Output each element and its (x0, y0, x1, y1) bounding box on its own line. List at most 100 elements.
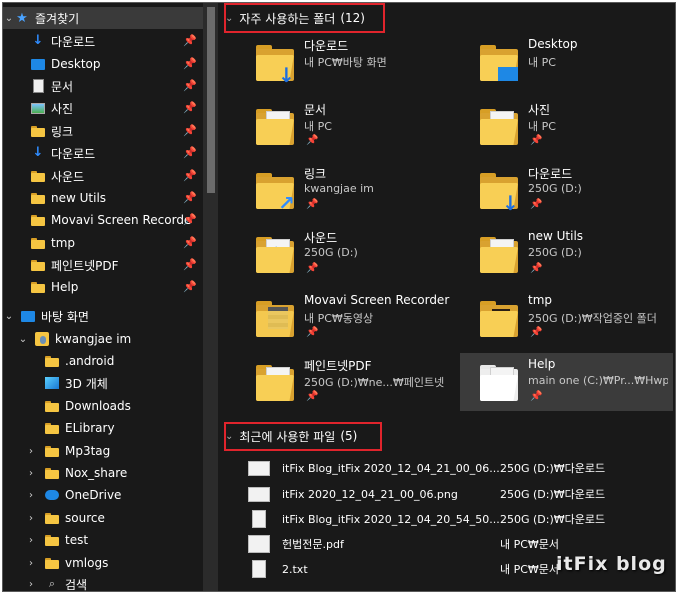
pin-icon[interactable]: 📌 (183, 57, 197, 70)
pin-icon[interactable]: 📌 (530, 199, 542, 210)
expand-chevron-icon[interactable]: › (25, 446, 37, 457)
nav-pinned-item[interactable]: new Utils 📌 (3, 187, 203, 209)
pin-icon[interactable]: 📌 (530, 135, 542, 146)
pin-icon[interactable]: 📌 (183, 101, 197, 114)
folder-icon: ↓ (254, 41, 296, 87)
nav-label: Help (51, 280, 79, 294)
expand-chevron-icon[interactable]: ⌄ (17, 334, 29, 345)
folder-location: 내 PC₩바탕 화면 (304, 56, 387, 69)
nav-scrollbar[interactable] (203, 3, 218, 591)
pin-icon[interactable]: 📌 (530, 391, 542, 402)
pin-icon[interactable]: 📌 (183, 213, 197, 226)
folder-icon (45, 422, 59, 434)
recent-file-row[interactable]: itFix 2020_12_04_21_00_06.png 250G (D:)₩… (248, 483, 668, 505)
expand-chevron-icon[interactable]: › (25, 490, 37, 501)
expand-chevron-icon[interactable]: ⌄ (3, 311, 15, 322)
folder-tile[interactable]: tmp 250G (D:)₩작업중인 폴더 📌 (470, 289, 675, 347)
nav-tree-item[interactable]: Downloads (3, 395, 203, 417)
nav-pinned-item[interactable]: ↓ 다운로드 📌 (3, 30, 203, 52)
folder-icon (478, 233, 520, 275)
folder-tile[interactable]: 페인트넷PDF 250G (D:)₩ne...₩페인트넷 📌 (246, 353, 461, 411)
folder-tile[interactable]: Movavi Screen Recorder 내 PC₩동영상 📌 (246, 289, 461, 347)
nav-pinned-item[interactable]: Movavi Screen Recorde 📌 (3, 209, 203, 231)
scrollbar-thumb[interactable] (207, 7, 215, 193)
file-location: 내 PC₩문서 (500, 563, 560, 576)
pin-icon[interactable]: 📌 (306, 327, 318, 338)
nav-pinned-item[interactable]: 사진 📌 (3, 97, 203, 119)
download-icon: ↓ (278, 63, 295, 87)
expand-chevron-icon[interactable]: › (25, 513, 37, 524)
nav-tree-item[interactable]: ELibrary (3, 417, 203, 439)
pin-icon[interactable]: 📌 (183, 146, 197, 159)
pin-icon[interactable]: 📌 (306, 263, 318, 274)
nav-quick-access[interactable]: ⌄ ★ 즐겨찾기 (3, 7, 203, 29)
nav-tree-item[interactable]: .android (3, 350, 203, 372)
file-location: 250G (D:)₩다운로드 (500, 462, 606, 475)
pin-icon[interactable]: 📌 (306, 135, 318, 146)
nav-pinned-item[interactable]: ↓ 다운로드 📌 (3, 142, 203, 164)
nav-tree-item[interactable]: › Mp3tag (3, 440, 203, 462)
pin-icon[interactable]: 📌 (530, 263, 542, 274)
folder-tile[interactable]: Desktop 내 PC (470, 33, 675, 91)
nav-user-folder[interactable]: ⌄ kwangjae im (3, 328, 203, 350)
pin-icon[interactable]: 📌 (183, 34, 197, 47)
folder-icon (45, 534, 59, 546)
pin-icon[interactable]: 📌 (183, 258, 197, 271)
pin-icon[interactable]: 📌 (530, 327, 542, 338)
nav-label: .android (65, 354, 115, 368)
pin-icon[interactable]: 📌 (183, 236, 197, 249)
folder-tile[interactable]: ↓ 다운로드 250G (D:) 📌 (470, 161, 675, 219)
desktop-icon (21, 310, 35, 322)
pin-icon[interactable]: 📌 (306, 199, 318, 210)
nav-tree-item[interactable]: › test (3, 529, 203, 551)
folder-icon (31, 237, 45, 249)
folder-tile[interactable]: ↓ 다운로드 내 PC₩바탕 화면 (246, 33, 461, 91)
recent-file-row[interactable]: itFix Blog_itFix 2020_12_04_21_00_06....… (248, 457, 668, 479)
folder-name: 사진 (528, 103, 551, 117)
nav-label: ELibrary (65, 421, 115, 435)
folder-name: 링크 (304, 167, 327, 181)
nav-pinned-item[interactable]: 링크 📌 (3, 120, 203, 142)
pin-icon[interactable]: 📌 (306, 391, 318, 402)
pin-icon[interactable]: 📌 (183, 124, 197, 137)
folder-tile[interactable]: ↗ 링크 kwangjae im 📌 (246, 161, 461, 219)
nav-pinned-item[interactable]: 페인트넷PDF 📌 (3, 254, 203, 276)
file-location: 250G (D:)₩다운로드 (500, 513, 606, 526)
expand-chevron-icon[interactable]: › (25, 535, 37, 546)
nav-pinned-item[interactable]: Help 📌 (3, 276, 203, 298)
expand-chevron-icon[interactable]: › (25, 468, 37, 479)
folder-tile[interactable]: new Utils 250G (D:) 📌 (470, 225, 675, 283)
recent-file-row[interactable]: itFix Blog_itFix 2020_12_04_20_54_50....… (248, 508, 668, 530)
nav-pinned-item[interactable]: 문서 📌 (3, 75, 203, 97)
nav-pinned-item[interactable]: Desktop 📌 (3, 53, 203, 75)
nav-label: 검색 (65, 577, 88, 592)
nav-pinned-item[interactable]: 사운드 📌 (3, 165, 203, 187)
watermark-text: itFix blog (556, 553, 667, 575)
desktop-icon (498, 67, 518, 81)
folder-location: 250G (D:)₩ne...₩페인트넷 (304, 376, 445, 389)
nav-tree-item[interactable]: 3D 개체 (3, 372, 203, 394)
pin-icon[interactable]: 📌 (183, 280, 197, 293)
folder-tile[interactable]: 문서 내 PC 📌 (246, 97, 461, 155)
expand-chevron-icon[interactable]: › (25, 579, 37, 590)
expand-chevron-icon[interactable]: ⌄ (3, 13, 15, 24)
nav-tree-item[interactable]: › OneDrive (3, 484, 203, 506)
file-name: 2.txt (282, 562, 308, 576)
nav-tree-item[interactable]: › source (3, 507, 203, 529)
nav-tree-item[interactable]: › ⌕ 검색 (3, 573, 203, 592)
folder-tile[interactable]: Help main one (C:)₩Pr...₩Hwp 📌 (460, 353, 673, 411)
nav-desktop[interactable]: ⌄ 바탕 화면 (3, 305, 203, 327)
nav-tree-item[interactable]: › Nox_share (3, 462, 203, 484)
pin-icon[interactable]: 📌 (183, 191, 197, 204)
download-icon: ↓ (32, 33, 44, 48)
nav-pinned-item[interactable]: tmp 📌 (3, 232, 203, 254)
expand-chevron-icon[interactable]: › (25, 558, 37, 569)
folder-tile[interactable]: ♪ 사운드 250G (D:) 📌 (246, 225, 461, 283)
pin-icon[interactable]: 📌 (183, 169, 197, 182)
folder-tile[interactable]: 사진 내 PC 📌 (470, 97, 675, 155)
pin-icon[interactable]: 📌 (183, 79, 197, 92)
recent-file-row[interactable]: 헌법전문.pdf 내 PC₩문서 (248, 533, 668, 555)
nav-label: vmlogs (65, 556, 109, 570)
nav-tree-item[interactable]: › vmlogs (3, 552, 203, 574)
link-icon: ↗ (278, 191, 295, 215)
